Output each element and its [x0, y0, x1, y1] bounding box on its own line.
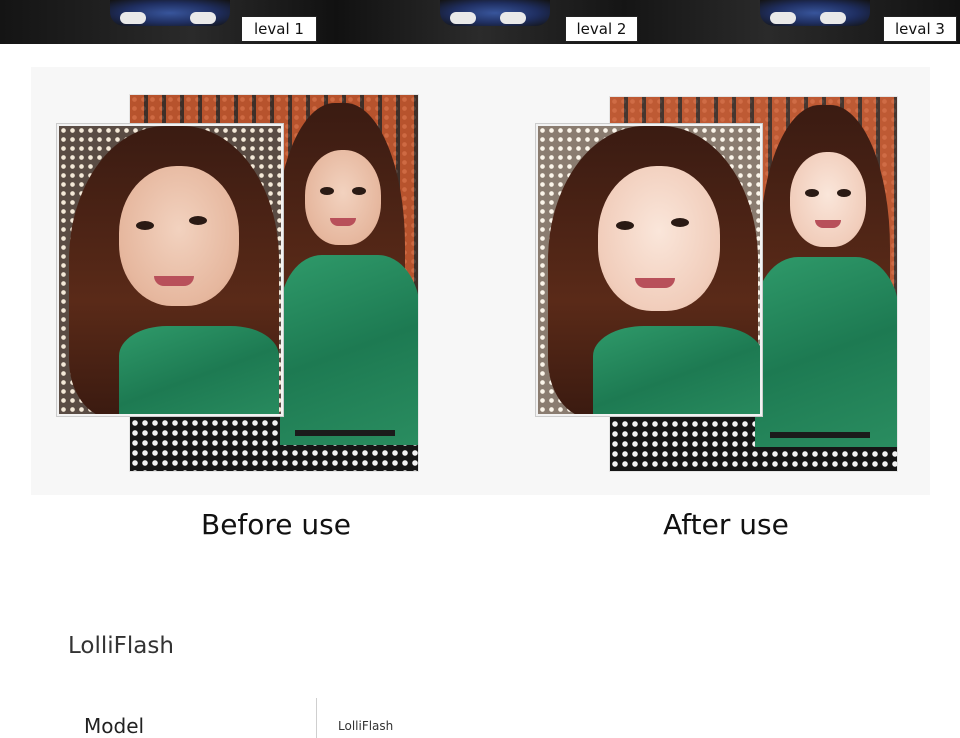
spec-divider [316, 698, 317, 738]
before-photo-front [57, 124, 283, 416]
banner-shoe [770, 12, 796, 24]
before-after-panel [31, 67, 930, 495]
level-tag-2: leval 2 [565, 16, 638, 42]
after-caption: After use [663, 508, 789, 541]
spec-label-model: Model [84, 714, 145, 738]
level-tag-1: leval 1 [241, 16, 317, 42]
before-caption: Before use [200, 508, 351, 541]
banner-shoe [820, 12, 846, 24]
banner-shoe [450, 12, 476, 24]
banner-shoe [500, 12, 526, 24]
spec-value-model: LolliFlash [338, 719, 394, 733]
level-tag-3: leval 3 [883, 16, 957, 42]
product-title: LolliFlash [68, 633, 174, 659]
banner-shoe [190, 12, 216, 24]
level-banner: leval 1 leval 2 leval 3 [0, 0, 960, 44]
banner-shoe [120, 12, 146, 24]
after-photo-front [536, 124, 762, 416]
